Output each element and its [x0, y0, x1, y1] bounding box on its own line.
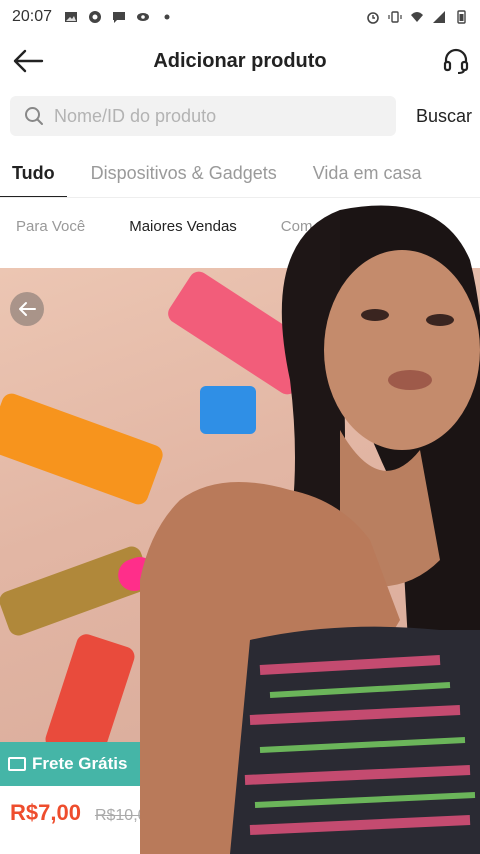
vibrate-icon	[388, 11, 402, 23]
search-row: Buscar	[10, 96, 480, 136]
signal-icon	[433, 11, 445, 23]
headset-icon	[443, 48, 469, 74]
previous-image-button[interactable]	[10, 292, 44, 326]
truck-icon	[8, 757, 26, 771]
alarm-icon	[367, 12, 379, 24]
arrow-left-icon	[19, 302, 36, 316]
tab-tudo[interactable]: Tudo	[0, 150, 67, 197]
product-old-price: R$10,0	[94, 807, 147, 824]
app-header: Adicionar produto	[0, 36, 480, 86]
page-title: Adicionar produto	[153, 49, 327, 72]
back-button[interactable]	[10, 44, 46, 78]
settings-gear-icon	[89, 11, 102, 23]
wifi-icon	[411, 12, 423, 22]
subtab-para-voce[interactable]: Para Você	[0, 218, 101, 235]
camera-overlay-person	[140, 200, 480, 854]
search-box	[10, 96, 396, 136]
search-input[interactable]	[54, 105, 374, 127]
category-tabs: Tudo Dispositivos & Gadgets Vida em casa	[0, 150, 480, 198]
eye-icon	[137, 13, 150, 21]
status-time: 20:07	[12, 8, 53, 25]
chat-bubble-icon	[113, 12, 126, 23]
dot-icon	[164, 14, 170, 20]
tab-dispositivos-gadgets[interactable]: Dispositivos & Gadgets	[79, 150, 289, 197]
battery-icon	[457, 10, 466, 24]
tab-vida-em-casa[interactable]: Vida em casa	[301, 150, 434, 197]
lipstick-red-shape	[42, 631, 138, 742]
status-bar: 20:07	[0, 0, 480, 34]
image-icon	[65, 12, 78, 22]
free-shipping-label: Frete Grátis	[32, 754, 128, 773]
free-shipping-badge: Frete Grátis	[0, 742, 160, 786]
arrow-left-icon	[13, 49, 44, 73]
product-price: R$7,00	[10, 800, 81, 825]
search-icon	[25, 107, 43, 125]
person-silhouette	[140, 205, 480, 854]
support-button[interactable]	[438, 44, 474, 78]
search-button[interactable]: Buscar	[416, 106, 472, 127]
price-row: R$7,00 R$10,0	[10, 800, 147, 826]
